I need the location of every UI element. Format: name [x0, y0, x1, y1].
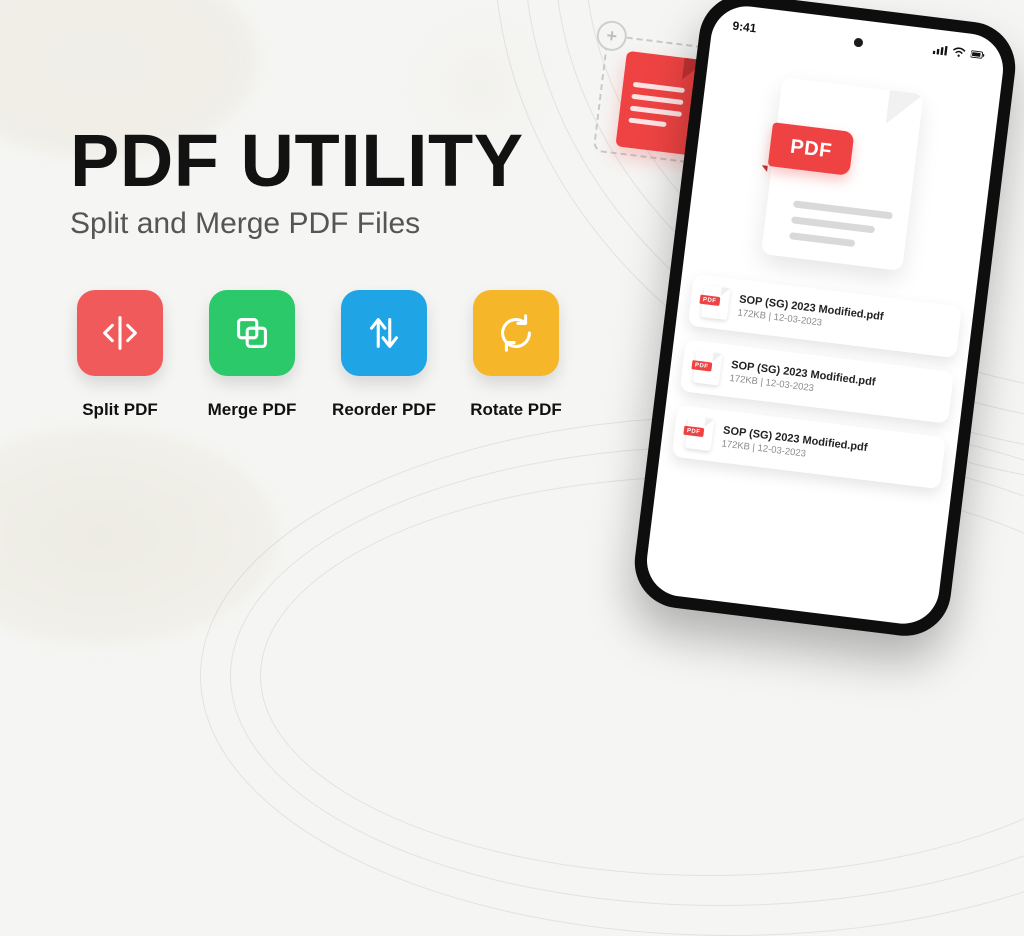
feature-reorder-pdf[interactable]: Reorder PDF	[334, 290, 434, 420]
page-title: PDF UTILITY	[70, 118, 524, 203]
feature-row: Split PDF Merge PDF Reorder PDF Rotate P…	[70, 290, 566, 420]
feature-label: Split PDF	[82, 400, 158, 420]
battery-icon	[970, 48, 986, 64]
feature-rotate-pdf[interactable]: Rotate PDF	[466, 290, 566, 420]
merge-icon	[209, 290, 295, 376]
feature-label: Merge PDF	[208, 400, 297, 420]
wifi-icon	[951, 46, 967, 62]
phone-status-bar: 9:41	[712, 16, 1006, 66]
rotate-icon	[473, 290, 559, 376]
feature-label: Reorder PDF	[332, 400, 436, 420]
feature-split-pdf[interactable]: Split PDF	[70, 290, 170, 420]
pdf-file-list: PDF SOP (SG) 2023 Modified.pdf 172KB12-0…	[672, 274, 962, 490]
split-icon	[77, 290, 163, 376]
pdf-badge: PDF	[768, 122, 855, 176]
pdf-file-icon: PDF	[701, 285, 731, 320]
pdf-file-icon: PDF	[693, 351, 723, 386]
status-time: 9:41	[732, 19, 758, 36]
reorder-icon	[341, 290, 427, 376]
page-subtitle: Split and Merge PDF Files	[70, 207, 524, 241]
feature-merge-pdf[interactable]: Merge PDF	[202, 290, 302, 420]
hero-block: PDF UTILITY Split and Merge PDF Files	[70, 118, 524, 241]
pdf-file-icon: PDF	[685, 416, 715, 451]
feature-label: Rotate PDF	[470, 400, 562, 420]
signal-icon	[932, 43, 948, 59]
pdf-hero-graphic: PDF	[746, 63, 939, 282]
